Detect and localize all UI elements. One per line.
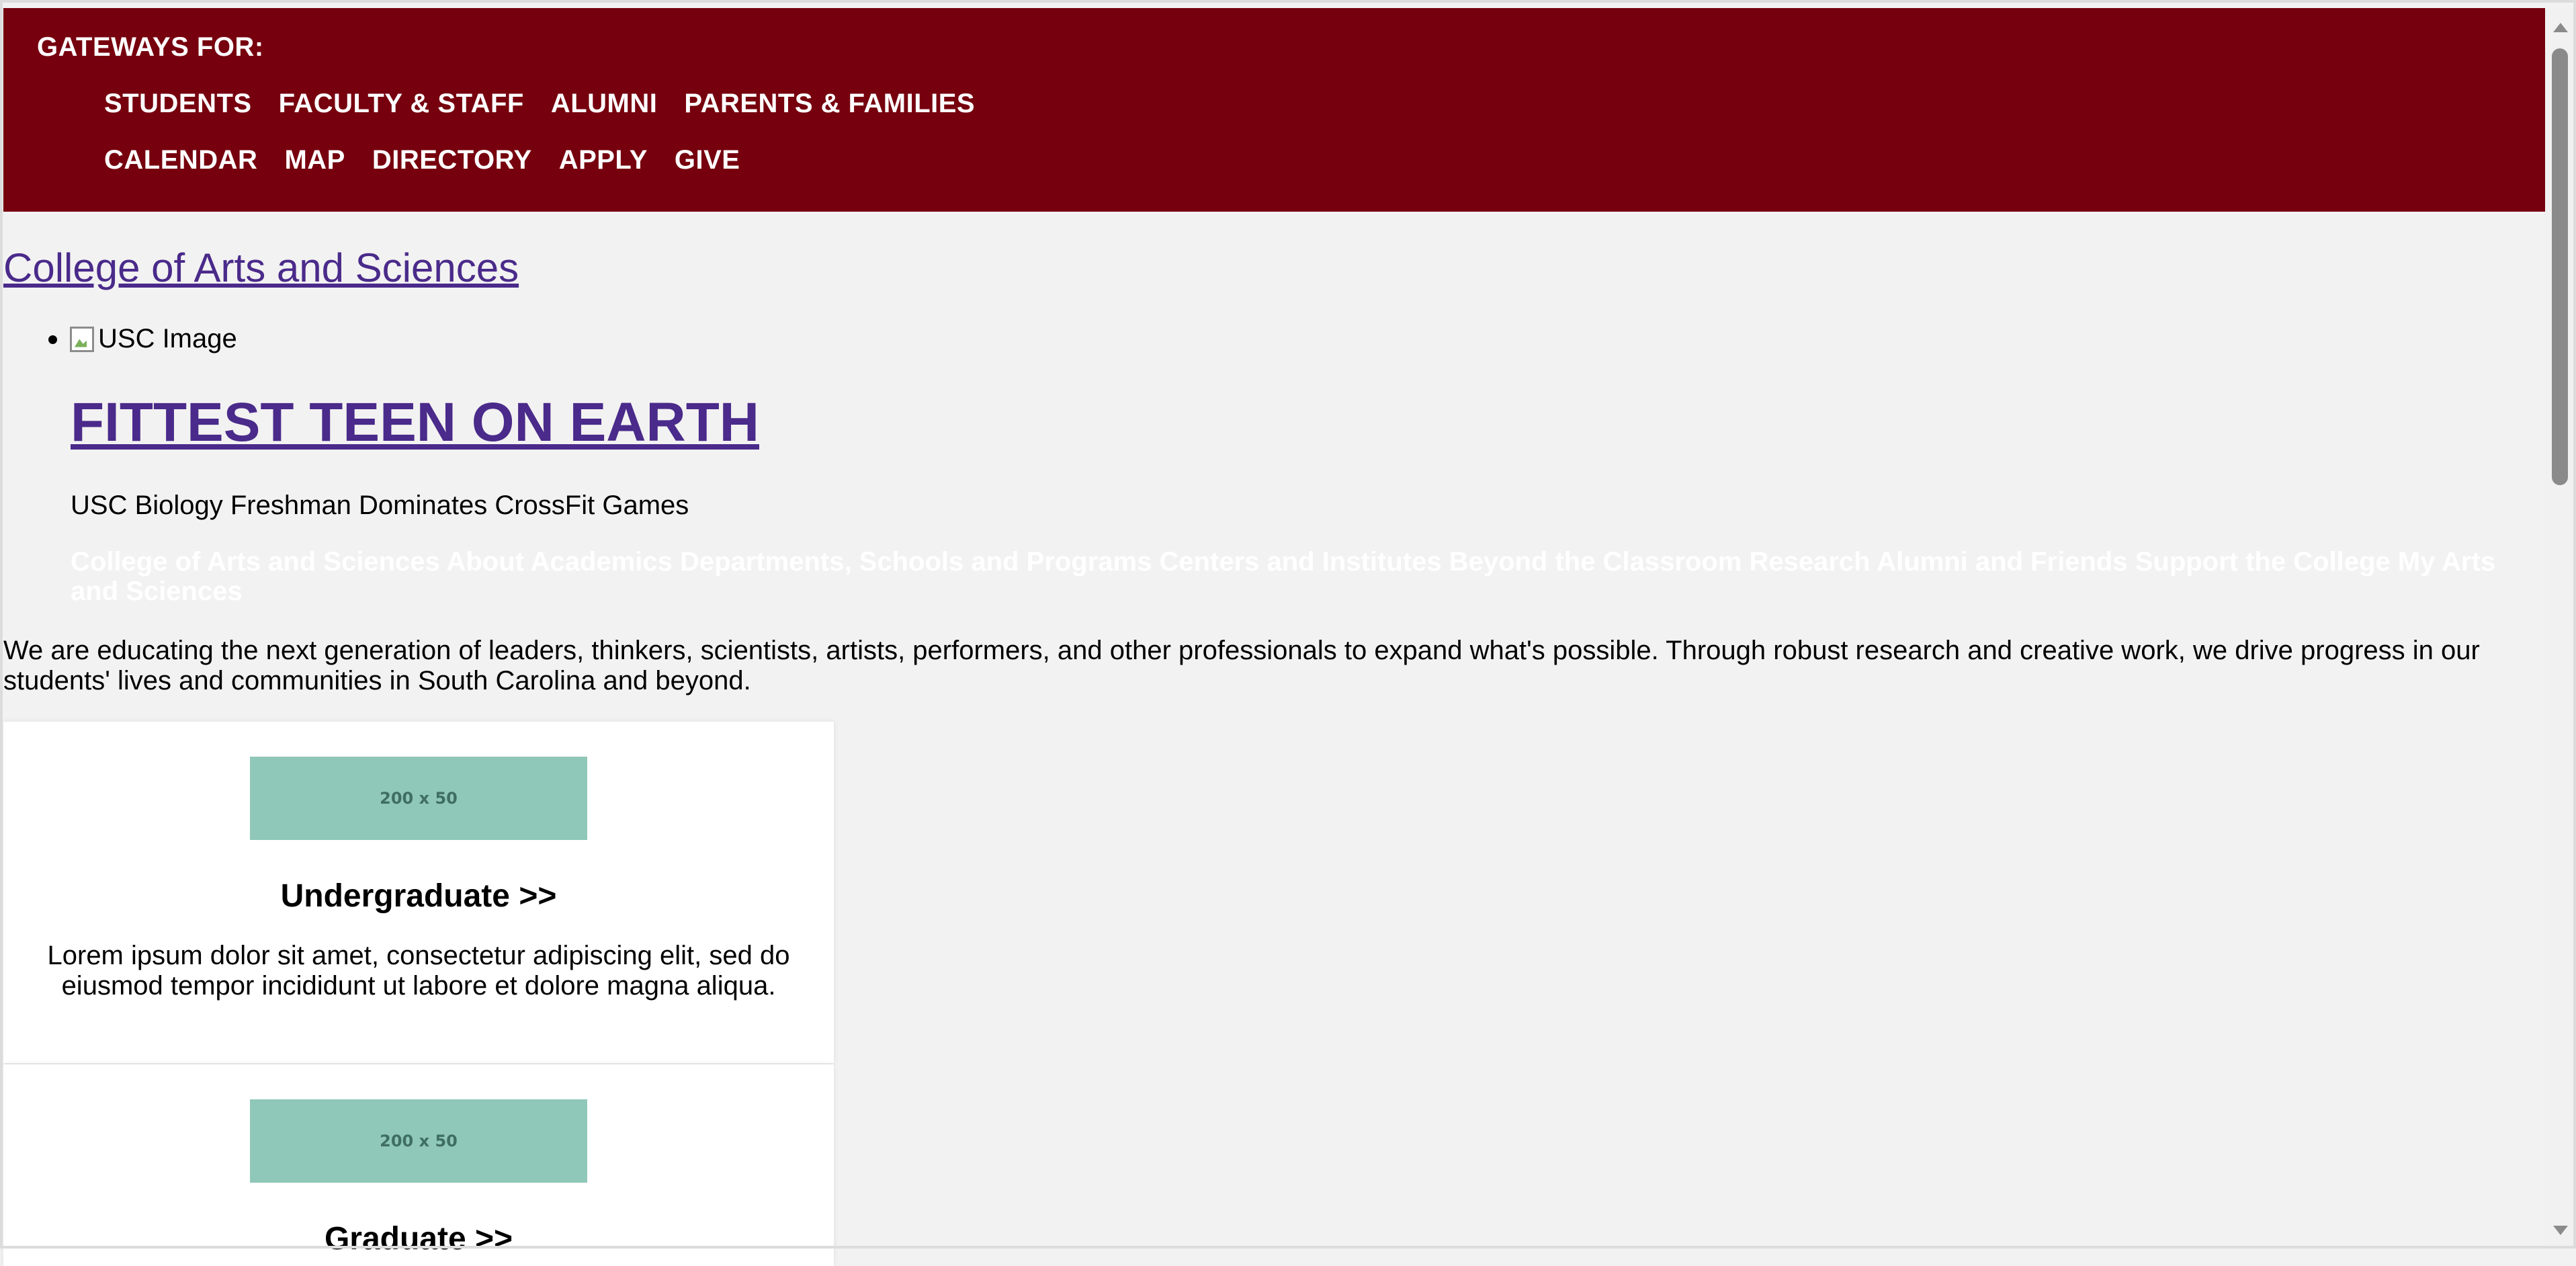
nav-item-college[interactable]: College of Arts and Sciences	[71, 547, 440, 577]
intro-paragraph: We are educating the next generation of …	[3, 636, 2480, 695]
slide-image-alt: USC Image	[98, 324, 237, 353]
gateway-row-utilities: CALENDAR MAP DIRECTORY APPLY GIVE	[104, 145, 740, 175]
gateway-link-apply[interactable]: APPLY	[559, 145, 648, 175]
slide-subhead: USC Biology Freshman Dominates CrossFit …	[71, 491, 689, 520]
vertical-scrollbar[interactable]	[2545, 8, 2576, 1249]
gateway-link-calendar[interactable]: CALENDAR	[104, 145, 257, 175]
list-bullet	[48, 335, 57, 344]
slide-headline-link[interactable]: FITTEST TEEN ON EARTH	[71, 391, 759, 454]
nav-item-centers[interactable]: Centers and Institutes	[1159, 547, 1441, 577]
nav-item-research[interactable]: Research	[1749, 547, 1870, 577]
nav-item-departments[interactable]: Departments, Schools and Programs	[680, 547, 1152, 577]
gateway-link-parents-families[interactable]: PARENTS & FAMILIES	[684, 89, 975, 119]
card-placeholder-image: 200 x 50	[250, 1099, 587, 1183]
scroll-down-arrow-icon[interactable]	[2553, 1226, 2568, 1235]
nav-item-alumni-friends[interactable]: Alumni and Friends	[1877, 547, 2127, 577]
nav-item-academics[interactable]: Academics	[531, 547, 673, 577]
scroll-thumb[interactable]	[2552, 48, 2568, 485]
gateway-link-students[interactable]: STUDENTS	[104, 89, 252, 119]
gateway-bar: GATEWAYS FOR: STUDENTS FACULTY & STAFF A…	[3, 8, 2545, 212]
scroll-up-arrow-icon[interactable]	[2553, 23, 2568, 32]
broken-image-icon	[70, 326, 94, 352]
card-description: Lorem ipsum dolor sit amet, consectetur …	[47, 941, 790, 1001]
undergraduate-link[interactable]: Undergraduate >>	[3, 878, 834, 915]
gateway-row-audiences: STUDENTS FACULTY & STAFF ALUMNI PARENTS …	[104, 89, 975, 119]
nav-item-support[interactable]: Support the College	[2135, 547, 2391, 577]
gateway-label: GATEWAYS FOR:	[37, 32, 264, 62]
gateway-link-give[interactable]: GIVE	[675, 145, 740, 175]
graduate-link[interactable]: Graduate >>	[3, 1220, 834, 1257]
nav-item-beyond-classroom[interactable]: Beyond the Classroom	[1449, 547, 1742, 577]
slide-image: USC Image	[70, 324, 237, 354]
nav-item-about[interactable]: About	[446, 547, 524, 577]
gateway-link-alumni[interactable]: ALUMNI	[551, 89, 658, 119]
main-nav: College of Arts and Sciences About Acade…	[71, 547, 2516, 606]
site-title-link[interactable]: College of Arts and Sciences	[3, 245, 519, 291]
graduate-card: 200 x 50 Graduate >>	[3, 1064, 834, 1266]
gateway-link-directory[interactable]: DIRECTORY	[372, 145, 532, 175]
undergraduate-card: 200 x 50 Undergraduate >> Lorem ipsum do…	[3, 722, 834, 1063]
gateway-link-map[interactable]: MAP	[284, 145, 345, 175]
card-placeholder-image: 200 x 50	[250, 757, 587, 840]
gateway-link-faculty-staff[interactable]: FACULTY & STAFF	[279, 89, 524, 119]
